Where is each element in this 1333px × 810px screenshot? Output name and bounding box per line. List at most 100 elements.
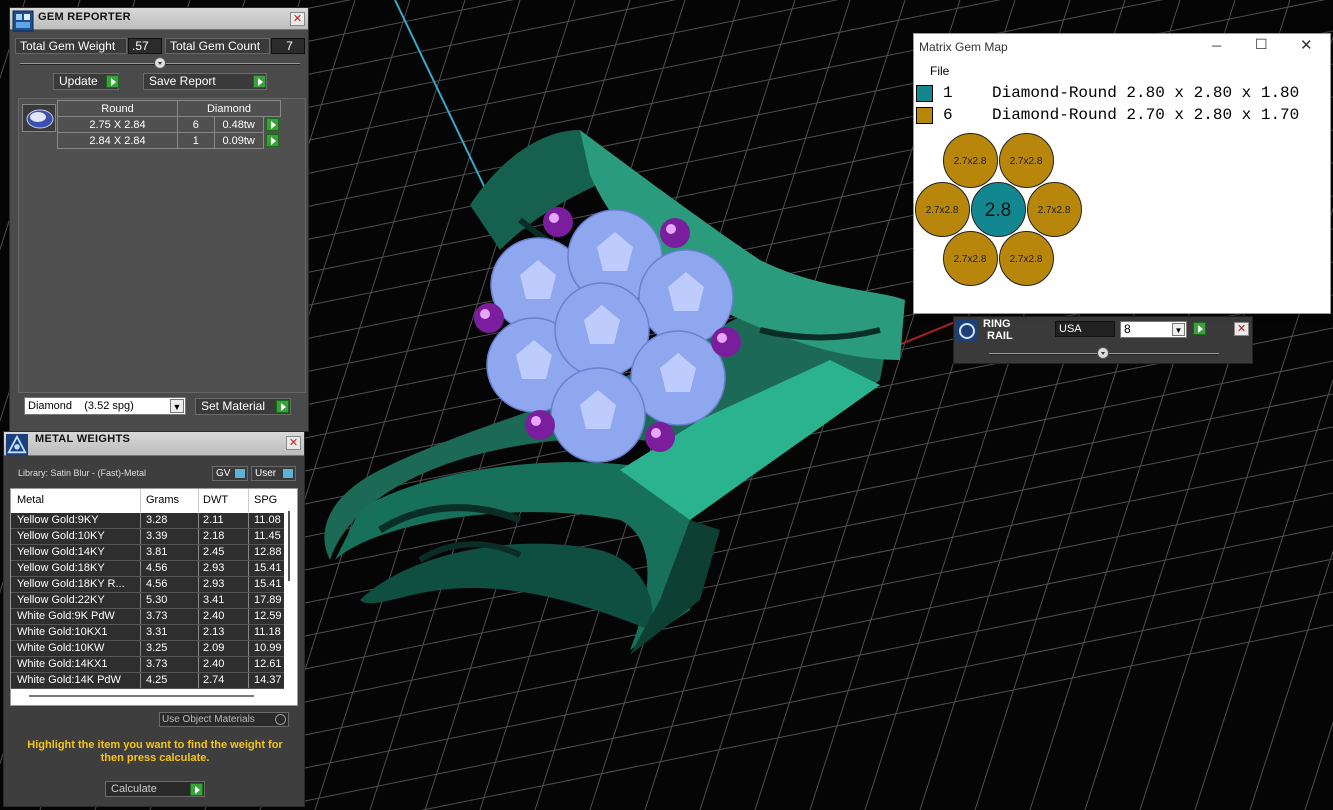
table-row[interactable]: White Gold:14K PdW 4.25 2.74 14.37 — [11, 673, 284, 689]
column-divider — [248, 529, 249, 544]
calculate-hint: Highlight the item you want to find the … — [27, 739, 283, 764]
gem-table-header-shape: Round — [57, 100, 178, 117]
metal-weights-title: METAL WEIGHTS — [35, 433, 131, 445]
column-divider — [248, 489, 249, 512]
column-divider — [248, 561, 249, 576]
gem-size: 2.84 X 2.84 — [57, 132, 178, 149]
grams-value: 3.25 — [146, 642, 168, 654]
dwt-value: 3.41 — [203, 594, 225, 606]
table-row[interactable]: Yellow Gold:10KY 3.39 2.18 11.45 — [11, 529, 284, 545]
close-icon[interactable]: ✕ — [1234, 322, 1249, 336]
play-arrow-icon[interactable] — [106, 75, 119, 88]
slider-knob-icon[interactable] — [1097, 347, 1109, 359]
close-icon[interactable]: ✕ — [1300, 36, 1313, 54]
gem-count: 6 — [177, 116, 215, 133]
play-arrow-icon[interactable] — [190, 783, 203, 796]
play-arrow-icon[interactable] — [1193, 322, 1206, 335]
column-divider — [140, 609, 141, 624]
spg-value: 17.89 — [254, 594, 282, 606]
metal-name: White Gold:10KW — [17, 642, 105, 654]
grams-value: 3.39 — [146, 530, 168, 542]
spg-value: 11.18 — [254, 626, 281, 638]
row-select-cell[interactable] — [263, 133, 280, 149]
table-row[interactable]: White Gold:9K PdW 3.73 2.40 12.59 — [11, 609, 284, 625]
maximize-icon[interactable]: ☐ — [1255, 36, 1268, 53]
column-divider — [198, 641, 199, 656]
column-divider — [140, 657, 141, 672]
play-arrow-icon[interactable] — [265, 118, 279, 131]
column-divider — [198, 609, 199, 624]
metal-name: Yellow Gold:9KY — [17, 514, 99, 526]
outer-gem-circle: 2.7x2.8 — [942, 132, 998, 188]
gem-table-row[interactable]: 2.75 X 2.84 6 0.48tw — [57, 116, 281, 133]
grams-value: 3.73 — [146, 658, 168, 670]
dwt-value: 2.74 — [203, 674, 225, 686]
table-row[interactable]: Yellow Gold:18KY 4.56 2.93 15.41 — [11, 561, 284, 577]
table-row[interactable]: Yellow Gold:14KY 3.81 2.45 12.88 — [11, 545, 284, 561]
column-divider — [248, 625, 249, 640]
outer-gem-circle: 2.7x2.8 — [914, 181, 970, 237]
metal-name: White Gold:14K PdW — [17, 674, 121, 686]
column-divider — [198, 489, 199, 512]
column-divider — [198, 561, 199, 576]
prong-highlight — [549, 213, 559, 223]
play-arrow-icon[interactable] — [253, 75, 266, 88]
save-report-button[interactable]: Save Report — [143, 73, 267, 90]
prong-highlight — [531, 416, 541, 426]
ring-rail-title-line1: RING — [983, 318, 1011, 330]
table-row[interactable]: White Gold:10KX1 3.31 2.13 11.18 — [11, 625, 284, 641]
outer-gem-circle: 2.7x2.8 — [942, 230, 998, 286]
col-spg: SPG — [254, 494, 278, 506]
metal-name: Yellow Gold:10KY — [17, 530, 105, 542]
table-row[interactable]: Yellow Gold:9KY 3.28 2.11 11.08 — [11, 513, 284, 529]
round-gem-icon — [26, 109, 54, 129]
metal-weights-app-icon — [6, 434, 28, 456]
prong-bead — [525, 410, 555, 440]
use-object-materials-button[interactable]: Use Object Materials — [159, 712, 289, 727]
metal-weights-titlebar[interactable]: METAL WEIGHTS ✕ — [4, 432, 304, 456]
gem-weight: 0.48tw — [213, 116, 264, 133]
play-arrow-icon[interactable] — [276, 400, 289, 413]
save-report-button-label: Save Report — [149, 74, 216, 88]
minimize-icon[interactable]: ─ — [1212, 38, 1221, 53]
vertical-scrollbar[interactable] — [286, 509, 294, 689]
column-divider — [248, 657, 249, 672]
metal-name: White Gold:10KX1 — [17, 626, 108, 638]
close-icon[interactable]: ✕ — [286, 436, 301, 450]
metal-name: Yellow Gold:18KY — [17, 562, 105, 574]
calculate-button-label: Calculate — [111, 783, 157, 795]
ring-size-region[interactable]: USA — [1055, 321, 1115, 337]
gem-list-area: Round Diamond 2.75 X 2.84 6 0.48tw 2.84 … — [18, 98, 306, 393]
table-row[interactable]: Yellow Gold:22KY 5.30 3.41 17.89 — [11, 593, 284, 609]
table-row[interactable]: White Gold:10KW 3.25 2.09 10.99 — [11, 641, 284, 657]
chevron-down-icon[interactable]: ▼ — [170, 399, 184, 413]
table-row[interactable]: Yellow Gold:18KY R... 4.56 2.93 15.41 — [11, 577, 284, 593]
column-divider — [198, 545, 199, 560]
horizontal-scrollbar[interactable] — [29, 695, 254, 697]
material-select[interactable]: Diamond (3.52 spg) ▼ — [24, 397, 186, 415]
gem-map-titlebar[interactable]: Matrix Gem Map ─ ☐ ✕ — [914, 34, 1330, 60]
legend-swatch-2 — [916, 107, 933, 124]
menu-file[interactable]: File — [930, 64, 949, 78]
radio-icon[interactable] — [275, 714, 286, 725]
grams-value: 4.25 — [146, 674, 168, 686]
ring-size-select[interactable]: 8 ▼ — [1120, 321, 1187, 338]
gem-table-row[interactable]: 2.84 X 2.84 1 0.09tw — [57, 132, 281, 149]
column-divider — [248, 545, 249, 560]
gv-button[interactable]: GV — [212, 466, 248, 481]
close-icon[interactable]: ✕ — [290, 12, 305, 26]
gem-reporter-titlebar[interactable]: GEM REPORTER ✕ — [10, 8, 308, 32]
slider-knob-icon[interactable] — [154, 57, 166, 69]
scrollbar-thumb[interactable] — [288, 511, 290, 581]
dwt-value: 2.93 — [203, 562, 225, 574]
prong-bead — [645, 422, 675, 452]
row-select-cell[interactable] — [263, 117, 280, 133]
toggle-icon — [235, 469, 245, 478]
play-arrow-icon[interactable] — [265, 133, 279, 147]
dwt-value: 2.93 — [203, 578, 225, 590]
chevron-down-icon[interactable]: ▼ — [1172, 323, 1185, 336]
table-row[interactable]: White Gold:14KX1 3.73 2.40 12.61 — [11, 657, 284, 673]
total-gem-weight-value: .57 — [128, 38, 162, 54]
user-button[interactable]: User — [251, 466, 296, 481]
grams-value: 3.81 — [146, 546, 168, 558]
